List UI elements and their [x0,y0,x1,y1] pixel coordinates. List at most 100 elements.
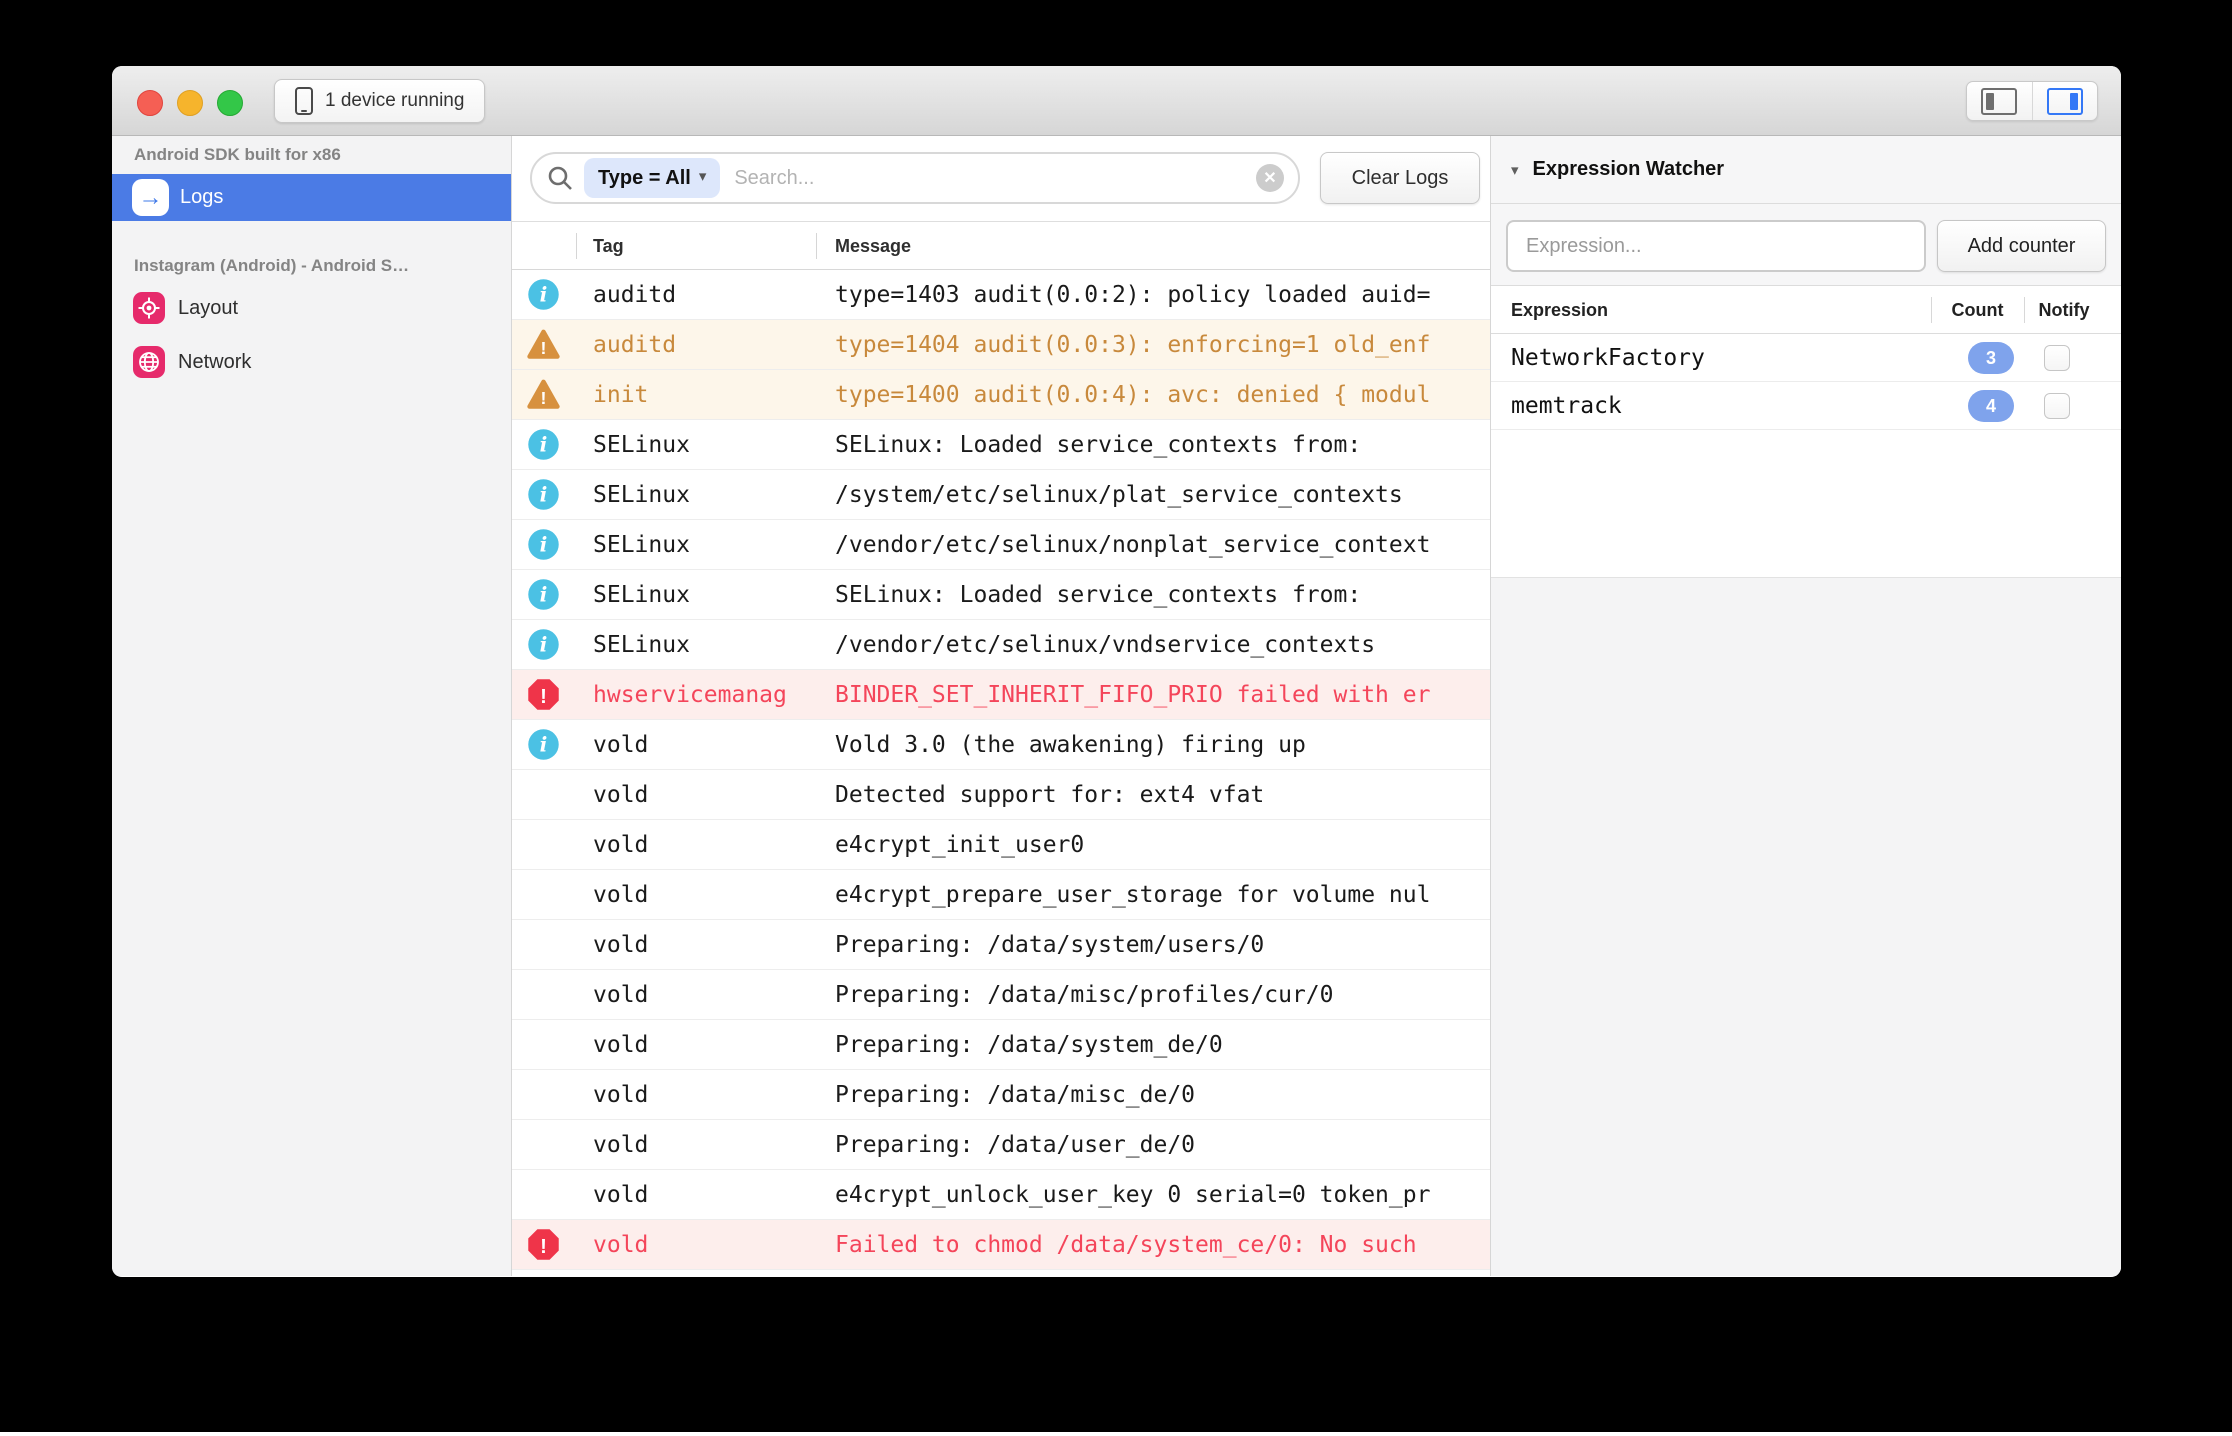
log-row[interactable]: vold e4crypt_unlock_user_key 0 serial=0 … [512,1170,1490,1220]
log-level-cell: i [512,428,577,461]
log-message: e4crypt_unlock_user_key 0 serial=0 token… [835,1181,1431,1208]
left-panel-toggle[interactable] [1967,82,2032,120]
log-rows: i auditd type=1403 audit(0.0:2): policy … [512,270,1490,1276]
log-message: /vendor/etc/selinux/vndservice_contexts [835,631,1376,658]
log-message: e4crypt_init_user0 [835,831,1085,858]
log-message: Preparing: /data/user_de/0 [835,1131,1196,1158]
zoom-button[interactable] [217,90,243,116]
log-message: e4crypt_prepare_user_storage for volume … [835,881,1431,908]
column-header-tag[interactable]: Tag [593,222,624,270]
log-row[interactable]: vold Preparing: /data/misc_de/0 [512,1070,1490,1120]
globe-icon [133,346,165,378]
log-message: Preparing: /data/misc/profiles/cur/0 [835,981,1334,1008]
info-icon: i [528,429,559,460]
arrow-icon: → [132,179,169,216]
device-button[interactable]: 1 device running [274,79,486,123]
log-row[interactable]: i SELinux /vendor/etc/selinux/vndservice… [512,620,1490,670]
log-message: /vendor/etc/selinux/nonplat_service_cont… [835,531,1431,558]
log-tag: vold [593,1131,649,1158]
close-button[interactable] [137,90,163,116]
clear-search-icon[interactable]: ✕ [1256,164,1284,192]
column-header-expression: Expression [1511,300,1609,320]
log-row[interactable]: i SELinux SELinux: Loaded service_contex… [512,570,1490,620]
svg-text:i: i [540,632,548,656]
log-message: Vold 3.0 (the awakening) firing up [835,731,1306,758]
log-level-cell: ! [512,1228,577,1261]
log-tag: SELinux [593,481,690,508]
sidebar-item-label: Layout [178,296,239,319]
log-tag: auditd [593,331,677,358]
log-row[interactable]: i SELinux SELinux: Loaded service_contex… [512,420,1490,470]
log-level-cell: i [512,278,577,311]
log-row[interactable]: vold Preparing: /data/misc/profiles/cur/… [512,970,1490,1020]
notify-checkbox[interactable] [2044,345,2070,371]
log-row[interactable]: i SELinux /system/etc/selinux/plat_servi… [512,470,1490,520]
log-tag: auditd [593,281,677,308]
chevron-down-icon: ▾ [698,168,707,185]
disclosure-triangle-icon[interactable]: ▾ [1511,161,1519,179]
log-message: type=1404 audit(0.0:3): enforcing=1 old_… [835,331,1431,358]
log-row[interactable]: ! hwservicemanag BINDER_SET_INHERIT_FIFO… [512,670,1490,720]
search-bar: Type = All ▾ ✕ Clear Logs [512,136,1490,222]
notify-checkbox[interactable] [2044,393,2070,419]
log-row[interactable]: vold Preparing: /data/system_de/0 [512,1020,1490,1070]
log-table-header: Tag Message [512,222,1490,270]
minimize-button[interactable] [177,90,203,116]
sidebar-item-layout[interactable]: Layout [112,288,511,328]
info-icon: i [528,479,559,510]
target-icon [133,292,165,324]
log-message: BINDER_SET_INHERIT_FIFO_PRIO failed with… [835,681,1431,708]
svg-text:i: i [540,532,548,556]
search-input[interactable] [734,166,1256,190]
sidebar-item-logs[interactable]: → Logs [112,174,511,221]
warning-icon: ! [527,379,560,409]
add-counter-button[interactable]: Add counter [1937,220,2106,272]
clear-logs-button[interactable]: Clear Logs [1320,152,1480,204]
log-row[interactable]: vold Preparing: /data/system/users/0 [512,920,1490,970]
log-row[interactable]: ! auditd type=1404 audit(0.0:3): enforci… [512,320,1490,370]
log-tag: init [593,381,649,408]
info-icon: i [528,529,559,560]
right-panel-toggle[interactable] [2031,82,2098,120]
column-header-message[interactable]: Message [835,222,911,270]
log-tag: SELinux [593,531,690,558]
log-tag: vold [593,1031,649,1058]
log-tag: vold [593,831,649,858]
log-row[interactable]: i vold Vold 3.0 (the awakening) firing u… [512,720,1490,770]
log-tag: hwservicemanag [593,681,787,708]
sidebar-item-label: Logs [180,186,224,208]
device-section-header: Android SDK built for x86 [134,145,341,164]
log-tag: vold [593,781,649,808]
log-tag: SELinux [593,431,690,458]
log-row[interactable]: vold e4crypt_prepare_user_storage for vo… [512,870,1490,920]
sidebar-item-label: Network [178,350,252,373]
phone-icon [295,87,313,115]
log-message: SELinux: Loaded service_contexts from: [835,581,1362,608]
watcher-background [1491,577,2121,1276]
log-row[interactable]: i auditd type=1403 audit(0.0:2): policy … [512,270,1490,320]
svg-text:!: ! [541,388,547,408]
log-level-cell: i [512,478,577,511]
log-message: type=1403 audit(0.0:2): policy loaded au… [835,281,1431,308]
log-row[interactable]: ! vold Failed to chmod /data/system_ce/0… [512,1220,1490,1270]
log-row[interactable]: ! init type=1400 audit(0.0:4): avc: deni… [512,370,1490,420]
log-row[interactable]: vold e4crypt_init_user0 [512,820,1490,870]
svg-text:i: i [540,732,548,756]
log-level-cell: ! [512,378,577,411]
log-row[interactable]: vold Preparing: /data/user_de/0 [512,1120,1490,1170]
log-tag: SELinux [593,581,690,608]
svg-text:!: ! [540,686,547,708]
watcher-expression: memtrack [1511,393,1622,419]
right-panel-icon [2046,87,2083,115]
log-level-cell: ! [512,328,577,361]
log-message: Preparing: /data/system_de/0 [835,1031,1223,1058]
log-tag: vold [593,1231,649,1258]
filter-chip[interactable]: Type = All ▾ [584,158,721,198]
expression-input[interactable] [1506,220,1926,272]
column-header-count: Count [1951,300,2004,320]
log-row[interactable]: i SELinux /vendor/etc/selinux/nonplat_se… [512,520,1490,570]
sidebar-item-network[interactable]: Network [112,342,511,382]
log-row[interactable]: vold Detected support for: ext4 vfat [512,770,1490,820]
svg-text:!: ! [540,1236,547,1258]
count-badge: 4 [1968,390,2014,422]
